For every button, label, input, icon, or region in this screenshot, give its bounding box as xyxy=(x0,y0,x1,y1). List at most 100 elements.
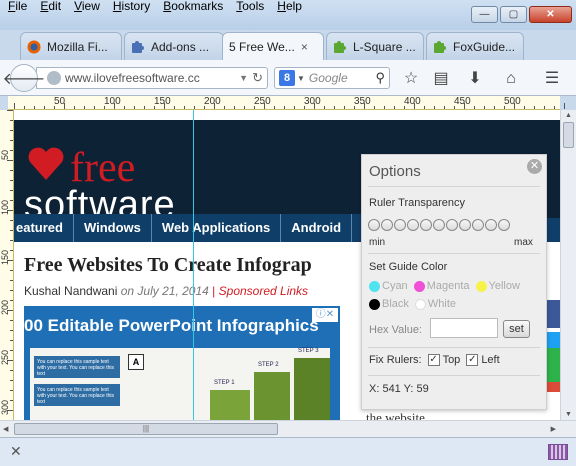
ruler-tick-mark xyxy=(74,106,75,109)
color-option-magenta[interactable]: Magenta xyxy=(413,280,470,292)
search-icon[interactable]: ⚲ xyxy=(375,70,385,86)
home-icon[interactable]: ⌂ xyxy=(500,69,522,89)
transparency-radio[interactable] xyxy=(433,219,445,231)
transparency-radio[interactable] xyxy=(407,219,419,231)
vertical-scroll-thumb[interactable] xyxy=(563,122,574,148)
article-title[interactable]: Free Websites To Create Infograp xyxy=(24,254,312,277)
firefox-icon xyxy=(27,40,41,53)
tab-label: 5 Free We... xyxy=(229,39,295,54)
back-button[interactable]: 🡐 xyxy=(3,64,45,92)
ad-step-label: STEP 2 xyxy=(258,362,279,368)
close-window-button[interactable]: ✕ xyxy=(529,6,572,23)
transparency-radio[interactable] xyxy=(420,219,432,231)
transparency-radio[interactable] xyxy=(498,219,510,231)
window-controls: — ▢ ✕ xyxy=(471,6,572,23)
ad-graphic: You can replace this sample text with yo… xyxy=(30,348,330,420)
site-menu-windows[interactable]: Windows xyxy=(74,214,152,242)
tab-foxguide[interactable]: FoxGuide... xyxy=(426,32,524,60)
site-menu-featured[interactable]: eatured xyxy=(14,214,74,242)
color-swatch xyxy=(475,280,487,292)
tab-bar: Mozilla Fi... Add-ons ... 5 Free We... ×… xyxy=(0,28,576,83)
ruler-tick-mark xyxy=(484,106,485,109)
ad-choices-icon[interactable]: ⓘ✕ xyxy=(312,308,338,322)
vertical-guide-line[interactable] xyxy=(193,110,194,420)
transparency-radio[interactable] xyxy=(472,219,484,231)
color-name: Magenta xyxy=(426,280,470,292)
fix-top-checkbox[interactable]: ✓ Top xyxy=(427,354,460,367)
bookmark-star-icon[interactable]: ☆ xyxy=(400,69,422,89)
ruler-tick-label: 400 xyxy=(404,96,421,107)
color-option-black[interactable]: Black xyxy=(369,298,409,310)
max-label: max xyxy=(514,237,533,248)
history-dropdown-icon[interactable]: ▼ xyxy=(239,73,248,83)
ruler-tick-mark xyxy=(44,106,45,109)
color-option-white[interactable]: White xyxy=(414,298,457,310)
search-placeholder: Google xyxy=(308,71,348,85)
menu-view[interactable]: View xyxy=(74,0,100,14)
tab-mozilla[interactable]: Mozilla Fi... xyxy=(20,32,122,60)
close-add-on-bar-icon[interactable]: ✕ xyxy=(10,443,22,460)
horizontal-scrollbar[interactable]: ◀ ||| ▶ xyxy=(0,420,576,437)
ad-step-label: STEP 3 xyxy=(298,348,319,354)
hex-value-input[interactable] xyxy=(430,318,498,338)
close-icon[interactable]: ✕ xyxy=(527,159,542,174)
maximize-button[interactable]: ▢ xyxy=(500,6,527,23)
options-title: Options xyxy=(369,163,421,180)
minimize-button[interactable]: — xyxy=(471,6,498,23)
menu-tools[interactable]: Tools xyxy=(236,0,264,14)
ruler-tick-label: 150 xyxy=(0,250,10,266)
vertical-scrollbar[interactable]: ▲ ▼ xyxy=(560,110,576,420)
downloads-icon[interactable]: ⬇ xyxy=(464,69,486,89)
transparency-radio[interactable] xyxy=(368,219,380,231)
menu-bookmarks[interactable]: Bookmarks xyxy=(163,0,223,14)
ruler-tick-label: 100 xyxy=(0,200,10,216)
scroll-down-icon[interactable]: ▼ xyxy=(565,411,572,418)
transparency-radio[interactable] xyxy=(381,219,393,231)
transparency-selector[interactable] xyxy=(368,219,510,231)
site-menu-android[interactable]: Android xyxy=(281,214,353,242)
tab-5-free-websites[interactable]: 5 Free We... × xyxy=(222,32,324,60)
url-bar[interactable]: www.ilovefreesoftware.cc ▼ ↻ xyxy=(36,67,268,89)
menu-edit[interactable]: Edit xyxy=(40,0,61,14)
transparency-radio[interactable] xyxy=(485,219,497,231)
menu-help[interactable]: Help xyxy=(277,0,302,14)
sponsored-links[interactable]: Sponsored Links xyxy=(219,284,308,298)
transparency-radio[interactable] xyxy=(459,219,471,231)
horizontal-scroll-thumb[interactable]: ||| xyxy=(14,423,278,435)
search-box[interactable]: 8 ▼ Google ⚲ xyxy=(274,67,390,89)
color-name: White xyxy=(427,298,457,310)
author-link[interactable]: Kushal Nandwani xyxy=(24,284,117,298)
ad-step-block xyxy=(254,372,290,420)
divider xyxy=(368,347,540,348)
reload-icon[interactable]: ↻ xyxy=(252,70,263,86)
menu-history[interactable]: History xyxy=(113,0,150,14)
scroll-right-icon[interactable]: ▶ xyxy=(551,425,556,433)
advertisement[interactable]: 00 Editable PowerPoint Infographics ⓘ✕ Y… xyxy=(24,306,340,420)
transparency-radio[interactable] xyxy=(394,219,406,231)
tab-addons[interactable]: Add-ons ... xyxy=(124,32,224,60)
horizontal-ruler[interactable]: 50 100 150 200 250 300 350 400 450 500 xyxy=(8,96,565,110)
fix-left-checkbox[interactable]: ✓ Left xyxy=(466,354,500,367)
close-tab-icon[interactable]: × xyxy=(301,40,308,54)
ruler-tick-mark xyxy=(384,106,385,109)
menu-file[interactable]: File xyxy=(8,0,27,14)
ruler-tick-mark xyxy=(434,106,435,109)
color-option-cyan[interactable]: Cyan xyxy=(369,280,408,292)
scroll-up-icon[interactable]: ▲ xyxy=(565,112,572,119)
ruler-toggle-icon[interactable] xyxy=(548,444,568,460)
vertical-ruler[interactable]: 50 100 150 200 250 300 xyxy=(0,110,14,420)
set-button[interactable]: set xyxy=(503,320,530,338)
article-byline: Kushal Nandwani on July 21, 2014 | Spons… xyxy=(24,284,308,298)
search-engine-dropdown-icon[interactable]: ▼ xyxy=(297,74,305,83)
ruler-tick-mark xyxy=(274,106,275,109)
transparency-radio[interactable] xyxy=(446,219,458,231)
menu-icon[interactable]: ☰ xyxy=(541,69,563,89)
ruler-tick-mark xyxy=(134,106,135,109)
scroll-left-icon[interactable]: ◀ xyxy=(3,425,8,433)
bookmarks-list-icon[interactable]: ▤ xyxy=(430,69,452,89)
site-menu-web-applications[interactable]: Web Applications xyxy=(152,214,282,242)
tab-l-square[interactable]: L-Square ... xyxy=(326,32,424,60)
ruler-tick-mark xyxy=(10,290,13,291)
ruler-tick-mark xyxy=(394,106,395,109)
color-option-yellow[interactable]: Yellow xyxy=(475,280,520,292)
